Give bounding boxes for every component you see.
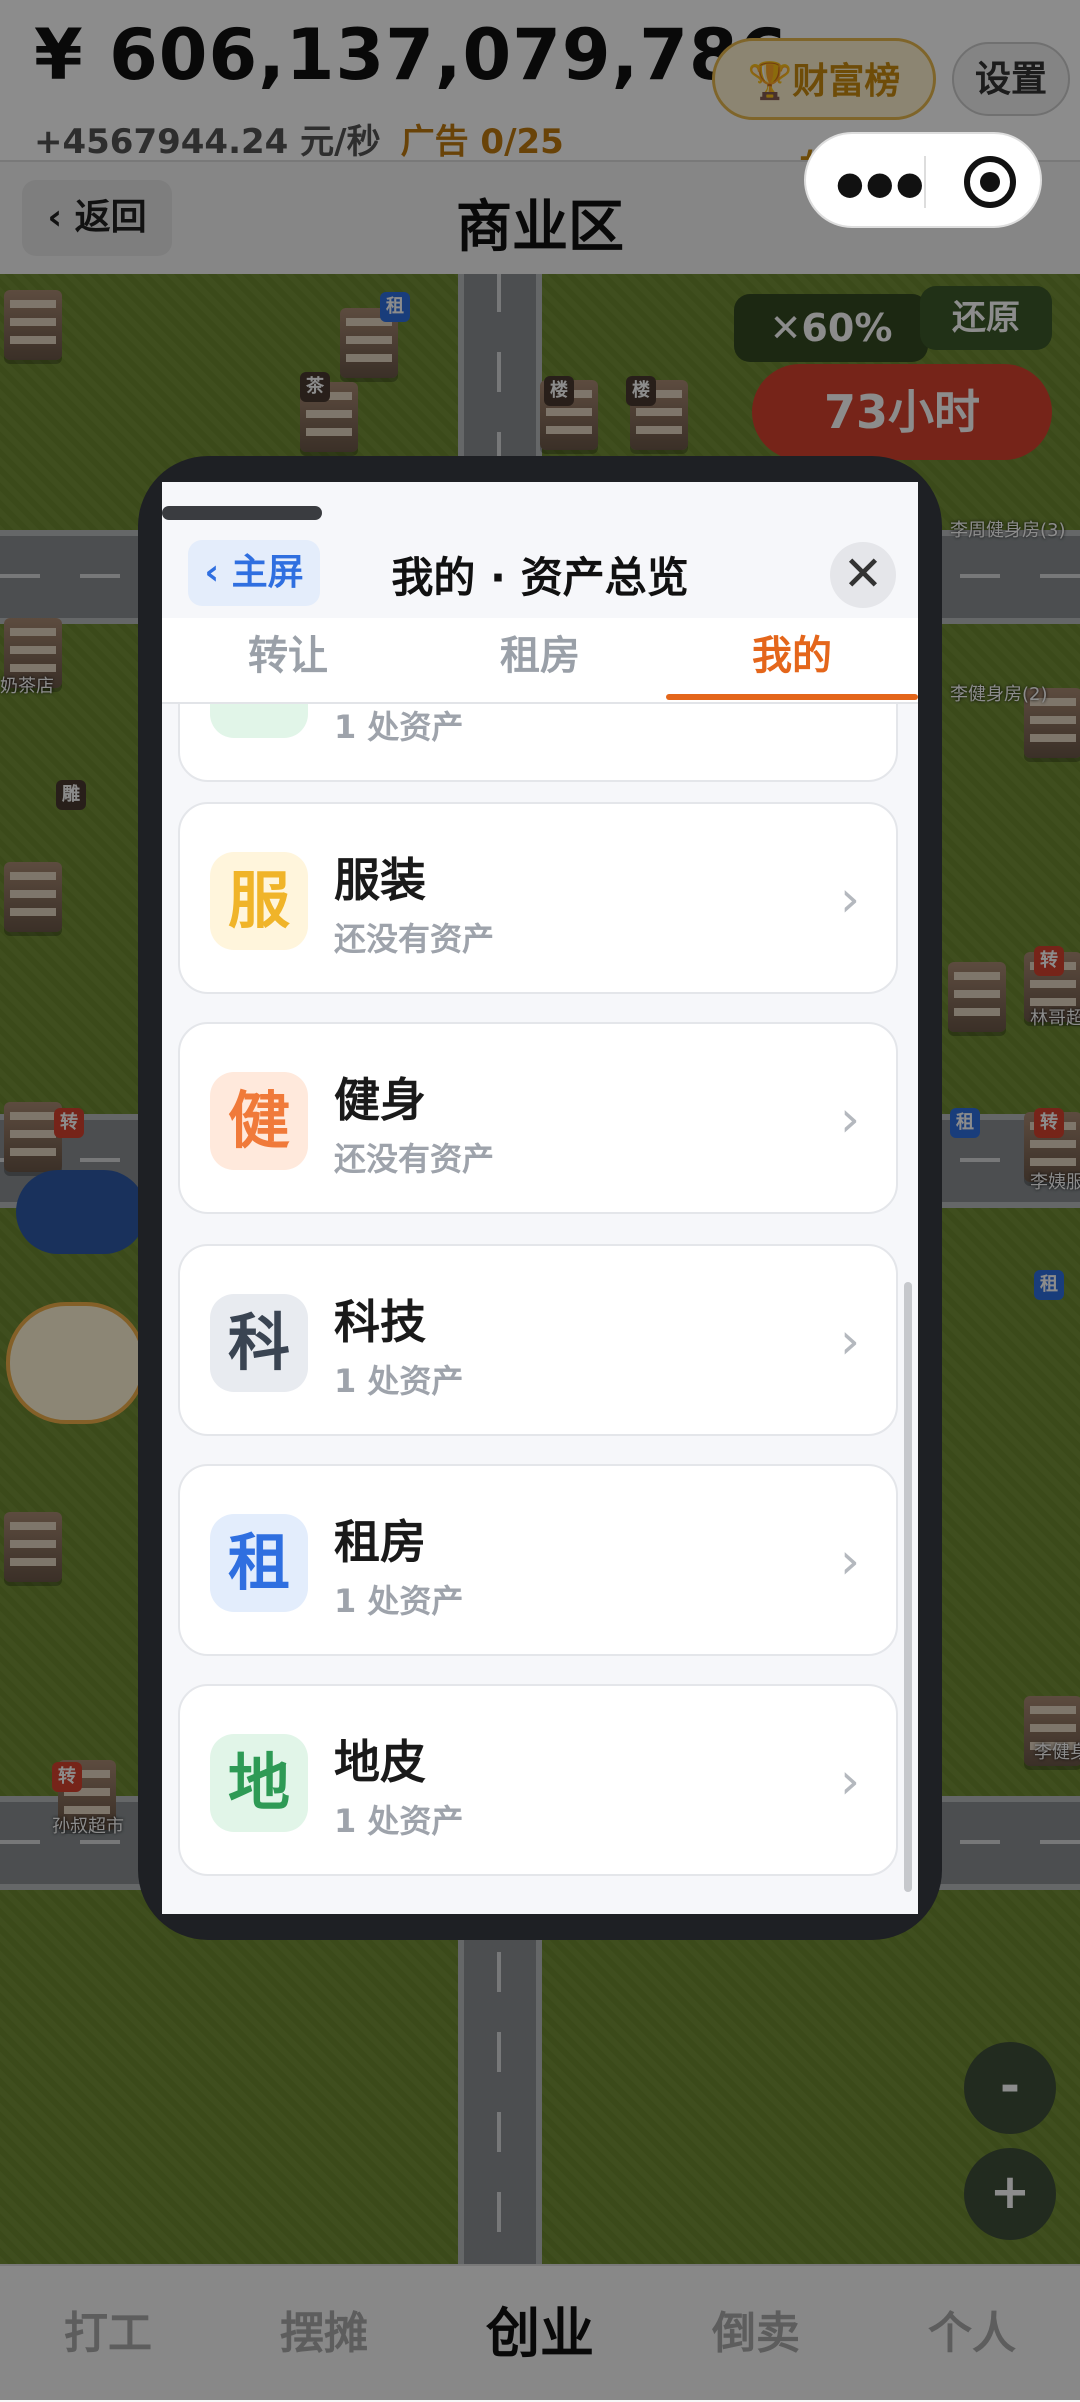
map-label: 李姨服装	[1030, 1172, 1080, 1193]
map-label: 孙叔超市	[52, 1816, 124, 1837]
tea-tag: 茶	[300, 372, 330, 402]
map-label: 李健身	[1034, 1742, 1080, 1763]
asset-card-land[interactable]: 地 地皮 1 处资产 ›	[178, 1684, 898, 1876]
balance: ¥ 606,137,079,786	[34, 14, 789, 96]
asset-card-fitness[interactable]: 健 健身 还没有资产 ›	[178, 1022, 898, 1214]
zoom-out-button[interactable]: -	[964, 2042, 1056, 2134]
modal-tabs: 转让 租房 我的	[162, 618, 918, 704]
close-button[interactable]: ✕	[830, 542, 896, 608]
bottom-tab-work[interactable]: 打工	[0, 2266, 216, 2402]
modal-title: 我的 · 资产总览	[391, 553, 689, 602]
zoom-in-button[interactable]: +	[964, 2148, 1056, 2240]
category-name: 地皮	[334, 1735, 426, 1789]
bottom-tab-business[interactable]: 创业	[432, 2266, 648, 2402]
wealth-rank-button[interactable]: 🏆财富榜 #1	[712, 38, 936, 184]
side-task-button[interactable]	[6, 1302, 146, 1424]
income-rate-value: +4567944.24 元/秒	[34, 122, 381, 162]
rent-tag: 租	[380, 292, 410, 322]
building[interactable]	[4, 290, 62, 360]
building-tag: 楼	[626, 376, 656, 406]
building[interactable]	[4, 862, 62, 932]
asset-card-clothing[interactable]: 服 服装 还没有资产 ›	[178, 802, 898, 994]
miniprogram-capsule: ●●●	[804, 132, 1042, 228]
chevron-right-icon: ›	[840, 1532, 860, 1590]
building[interactable]	[948, 962, 1006, 1032]
transfer-tag: 转	[1034, 1108, 1064, 1138]
chevron-right-icon: ›	[840, 1312, 860, 1370]
chevron-right-icon: ›	[840, 704, 860, 716]
category-name: 健身	[334, 1073, 426, 1127]
map-label: 李周健身房(3)	[950, 520, 1066, 541]
tab-mine[interactable]: 我的	[666, 618, 918, 702]
tab-rent[interactable]: 租房	[414, 618, 666, 702]
land-icon: 地	[210, 1734, 308, 1832]
phone-screen: ‹ 主屏 我的 · 资产总览 ✕ 转让 租房 我的 1 处资产 › 服 服装 还…	[162, 482, 918, 1914]
income-rate: +4567944.24 元/秒 广告 0/25	[34, 114, 564, 163]
side-phone-button[interactable]	[16, 1170, 146, 1254]
bottom-tab-personal[interactable]: 个人	[864, 2266, 1080, 2402]
rent-tag: 租	[950, 1108, 980, 1138]
category-name: 租房	[334, 1515, 426, 1569]
restore-zoom-button[interactable]: 还原	[920, 286, 1052, 350]
ad-counter: 广告 0/25	[400, 122, 564, 162]
asset-count: 1 处资产	[334, 1802, 464, 1840]
settings-button[interactable]: 设置	[952, 42, 1070, 116]
bottom-tab-resell[interactable]: 倒卖	[648, 2266, 864, 2402]
zoom-level-badge: ✕60%	[734, 294, 928, 362]
building[interactable]	[4, 1512, 62, 1582]
asset-card-rental[interactable]: 租 租房 1 处资产 ›	[178, 1464, 898, 1656]
asset-count: 1 处资产	[334, 708, 464, 746]
timer-badge[interactable]: 73小时	[752, 364, 1052, 460]
map-label: 林哥超市	[1030, 1008, 1080, 1029]
bottom-tab-bar: 打工 摆摊 创业 倒卖 个人	[0, 2264, 1080, 2402]
category-icon	[210, 704, 308, 738]
map-label: 奶茶店	[0, 676, 54, 697]
asset-card-partial[interactable]: 1 处资产 ›	[178, 704, 898, 782]
more-menu-icon[interactable]: ●●●	[836, 164, 926, 202]
capsule-divider	[924, 156, 926, 208]
chevron-right-icon: ›	[840, 1752, 860, 1810]
statue-tag: 雕	[56, 780, 86, 810]
asset-card-tech[interactable]: 科 科技 1 处资产 ›	[178, 1244, 898, 1436]
asset-count: 1 处资产	[334, 1362, 464, 1400]
map-label: 李健身房(2)	[950, 684, 1048, 705]
asset-count: 还没有资产	[334, 920, 495, 958]
category-name: 服装	[334, 853, 426, 907]
building-tag: 楼	[544, 376, 574, 406]
drag-handle[interactable]	[162, 506, 322, 520]
transfer-tag: 转	[54, 1108, 84, 1138]
asset-count: 还没有资产	[334, 1140, 495, 1178]
tech-icon: 科	[210, 1294, 308, 1392]
chevron-right-icon: ›	[840, 1090, 860, 1148]
scrollbar[interactable]	[904, 1282, 912, 1892]
rental-icon: 租	[210, 1514, 308, 1612]
close-miniprogram-icon[interactable]	[964, 156, 1016, 208]
asset-list[interactable]: 1 处资产 › 服 服装 还没有资产 › 健 健身 还没有资产 › 科 科技 1…	[162, 704, 918, 1914]
asset-count: 1 处资产	[334, 1582, 464, 1620]
category-name: 科技	[334, 1295, 426, 1349]
tab-transfer[interactable]: 转让	[162, 618, 414, 702]
chevron-right-icon: ›	[840, 870, 860, 928]
transfer-tag: 转	[1034, 946, 1064, 976]
modal-header: ‹ 主屏 我的 · 资产总览 ✕	[162, 530, 918, 626]
clothing-icon: 服	[210, 852, 308, 950]
rent-tag: 租	[1034, 1270, 1064, 1300]
transfer-tag: 转	[52, 1762, 82, 1792]
bottom-tab-stall[interactable]: 摆摊	[216, 2266, 432, 2402]
fitness-icon: 健	[210, 1072, 308, 1170]
